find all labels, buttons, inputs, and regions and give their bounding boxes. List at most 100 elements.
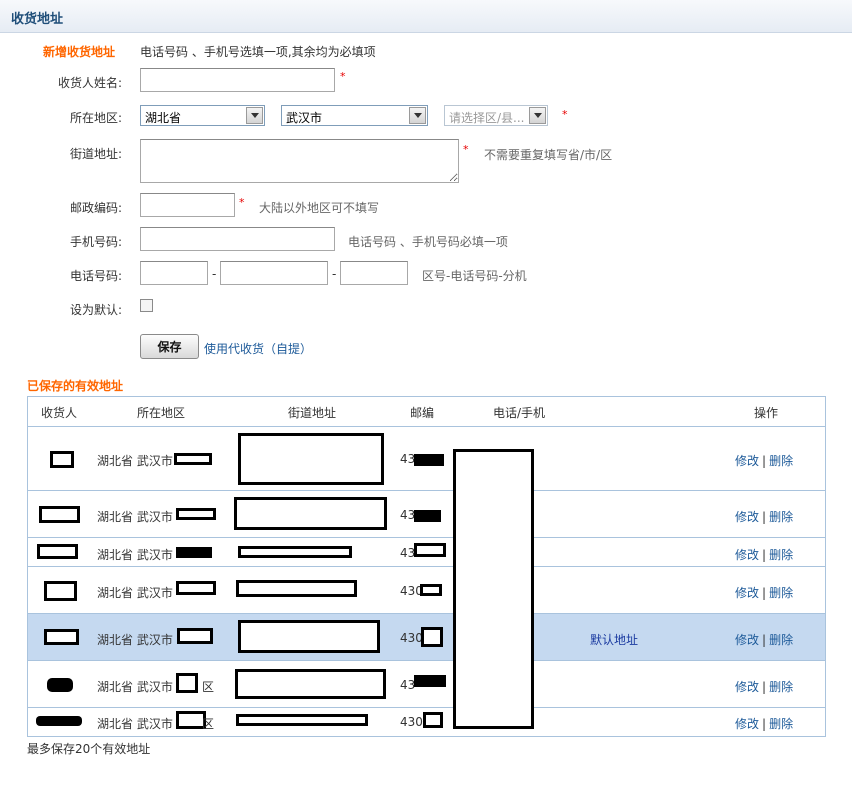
redaction xyxy=(37,544,78,559)
redaction xyxy=(238,620,380,653)
edit-link[interactable]: 修改 xyxy=(735,548,759,562)
table-row: 湖北省 武汉市 430 修改 | 删除 xyxy=(28,567,825,614)
default-label: 设为默认: xyxy=(69,303,122,317)
redaction xyxy=(39,506,80,523)
district-select[interactable]: 请选择区/县... xyxy=(444,105,548,126)
link-separator: | xyxy=(762,680,767,694)
link-separator: | xyxy=(762,633,767,647)
link-separator: | xyxy=(762,586,767,600)
redaction xyxy=(414,543,446,557)
phone-hint: 区号-电话号码-分机 xyxy=(422,269,527,283)
table-row: 湖北省 武汉市 区 430 修改 | 删除 xyxy=(28,708,825,736)
redaction xyxy=(236,580,357,597)
redaction xyxy=(36,716,82,726)
new-address-title: 新增收货地址 xyxy=(43,45,116,59)
redaction xyxy=(177,628,213,644)
city-select[interactable]: 武汉市 xyxy=(281,105,428,126)
redaction xyxy=(176,581,216,595)
form-hint: 电话号码 、手机号选填一项,其余均为必填项 xyxy=(140,45,376,59)
table-row: 湖北省 武汉市 43 修改 | 删除 xyxy=(28,491,825,538)
chevron-down-icon xyxy=(529,107,546,124)
phone-number-input[interactable] xyxy=(220,261,328,285)
recipient-name-input[interactable] xyxy=(140,68,335,92)
redaction xyxy=(234,497,387,530)
edit-link[interactable]: 修改 xyxy=(735,454,759,468)
district-suffix: 区 xyxy=(202,680,215,694)
link-separator: | xyxy=(762,548,767,562)
delete-link[interactable]: 删除 xyxy=(769,454,793,468)
zip-cell: 430 xyxy=(400,631,423,645)
delete-link[interactable]: 删除 xyxy=(769,717,793,731)
delete-link[interactable]: 删除 xyxy=(769,680,793,694)
required-mark: * xyxy=(239,196,245,209)
region-cell: 湖北省 武汉市 xyxy=(97,717,173,731)
table-header: 收货人 所在地区 街道地址 邮编 电话/手机 操作 xyxy=(28,397,825,427)
use-pickup-link[interactable]: 使用代收货（自提） xyxy=(204,340,312,357)
link-separator: | xyxy=(762,510,767,524)
edit-link[interactable]: 修改 xyxy=(735,680,759,694)
table-row: 湖北省 武汉市 区 43 修改 | 删除 xyxy=(28,661,825,708)
redaction xyxy=(414,454,444,466)
redaction xyxy=(414,675,446,687)
delete-link[interactable]: 删除 xyxy=(769,548,793,562)
zip-label: 邮政编码: xyxy=(69,201,122,215)
region-cell: 湖北省 武汉市 xyxy=(97,680,173,694)
phone-label: 电话号码: xyxy=(69,269,122,283)
required-mark: * xyxy=(463,143,469,156)
zip-hint: 大陆以外地区可不填写 xyxy=(259,201,380,215)
redaction xyxy=(235,669,386,699)
edit-link[interactable]: 修改 xyxy=(735,510,759,524)
redaction xyxy=(238,433,384,485)
redaction xyxy=(238,546,352,558)
street-hint: 不需要重复填写省/市/区 xyxy=(484,148,613,162)
mobile-hint: 电话号码 、手机号码必填一项 xyxy=(348,235,508,249)
column-header: 收货人 xyxy=(41,406,78,420)
zip-cell: 43 xyxy=(400,508,416,522)
delete-link[interactable]: 删除 xyxy=(769,586,793,600)
zip-code-input[interactable] xyxy=(140,193,235,217)
mobile-input[interactable] xyxy=(140,227,335,251)
default-address-label: 默认地址 xyxy=(590,633,639,647)
phone-dash: - xyxy=(332,267,337,281)
name-label: 收货人姓名: xyxy=(57,76,122,90)
column-header: 邮编 xyxy=(410,406,435,420)
zip-cell: 430 xyxy=(400,715,423,729)
redaction xyxy=(44,581,77,601)
redaction xyxy=(47,678,73,692)
mobile-label: 手机号码: xyxy=(69,235,122,249)
zip-cell: 43 xyxy=(400,678,416,692)
column-header: 电话/手机 xyxy=(493,406,546,420)
edit-link[interactable]: 修改 xyxy=(735,586,759,600)
column-header: 所在地区 xyxy=(137,406,186,420)
redaction xyxy=(50,451,74,468)
column-header: 街道地址 xyxy=(288,406,337,420)
max-saved-note: 最多保存20个有效地址 xyxy=(27,742,151,756)
street-address-input[interactable] xyxy=(140,139,459,183)
edit-link[interactable]: 修改 xyxy=(735,717,759,731)
region-cell: 湖北省 武汉市 xyxy=(97,633,173,647)
chevron-down-icon xyxy=(246,107,263,124)
redaction xyxy=(44,629,79,645)
edit-link[interactable]: 修改 xyxy=(735,633,759,647)
chevron-down-icon xyxy=(409,107,426,124)
table-row-default: 湖北省 武汉市 430 默认地址 修改 | 删除 xyxy=(28,614,825,661)
redaction xyxy=(176,508,216,520)
zip-cell: 43 xyxy=(400,452,416,466)
region-cell: 湖北省 武汉市 xyxy=(97,586,173,600)
phone-area-code-input[interactable] xyxy=(140,261,208,285)
province-select[interactable]: 湖北省 xyxy=(140,105,265,126)
save-button[interactable]: 保存 xyxy=(140,334,199,359)
title-bar: 收货地址 xyxy=(0,0,852,33)
redaction xyxy=(420,584,442,596)
link-separator: | xyxy=(762,454,767,468)
page-title: 收货地址 xyxy=(11,12,64,27)
table-row: 湖北省 武汉市 43 修改 | 删除 xyxy=(28,427,825,491)
delete-link[interactable]: 删除 xyxy=(769,633,793,647)
set-default-checkbox[interactable] xyxy=(140,299,153,312)
link-separator: | xyxy=(762,717,767,731)
delete-link[interactable]: 删除 xyxy=(769,510,793,524)
phone-extension-input[interactable] xyxy=(340,261,408,285)
region-cell: 湖北省 武汉市 xyxy=(97,548,173,562)
saved-addresses-title: 已保存的有效地址 xyxy=(27,379,124,393)
table-row: 湖北省 武汉市 43 修改 | 删除 xyxy=(28,538,825,567)
